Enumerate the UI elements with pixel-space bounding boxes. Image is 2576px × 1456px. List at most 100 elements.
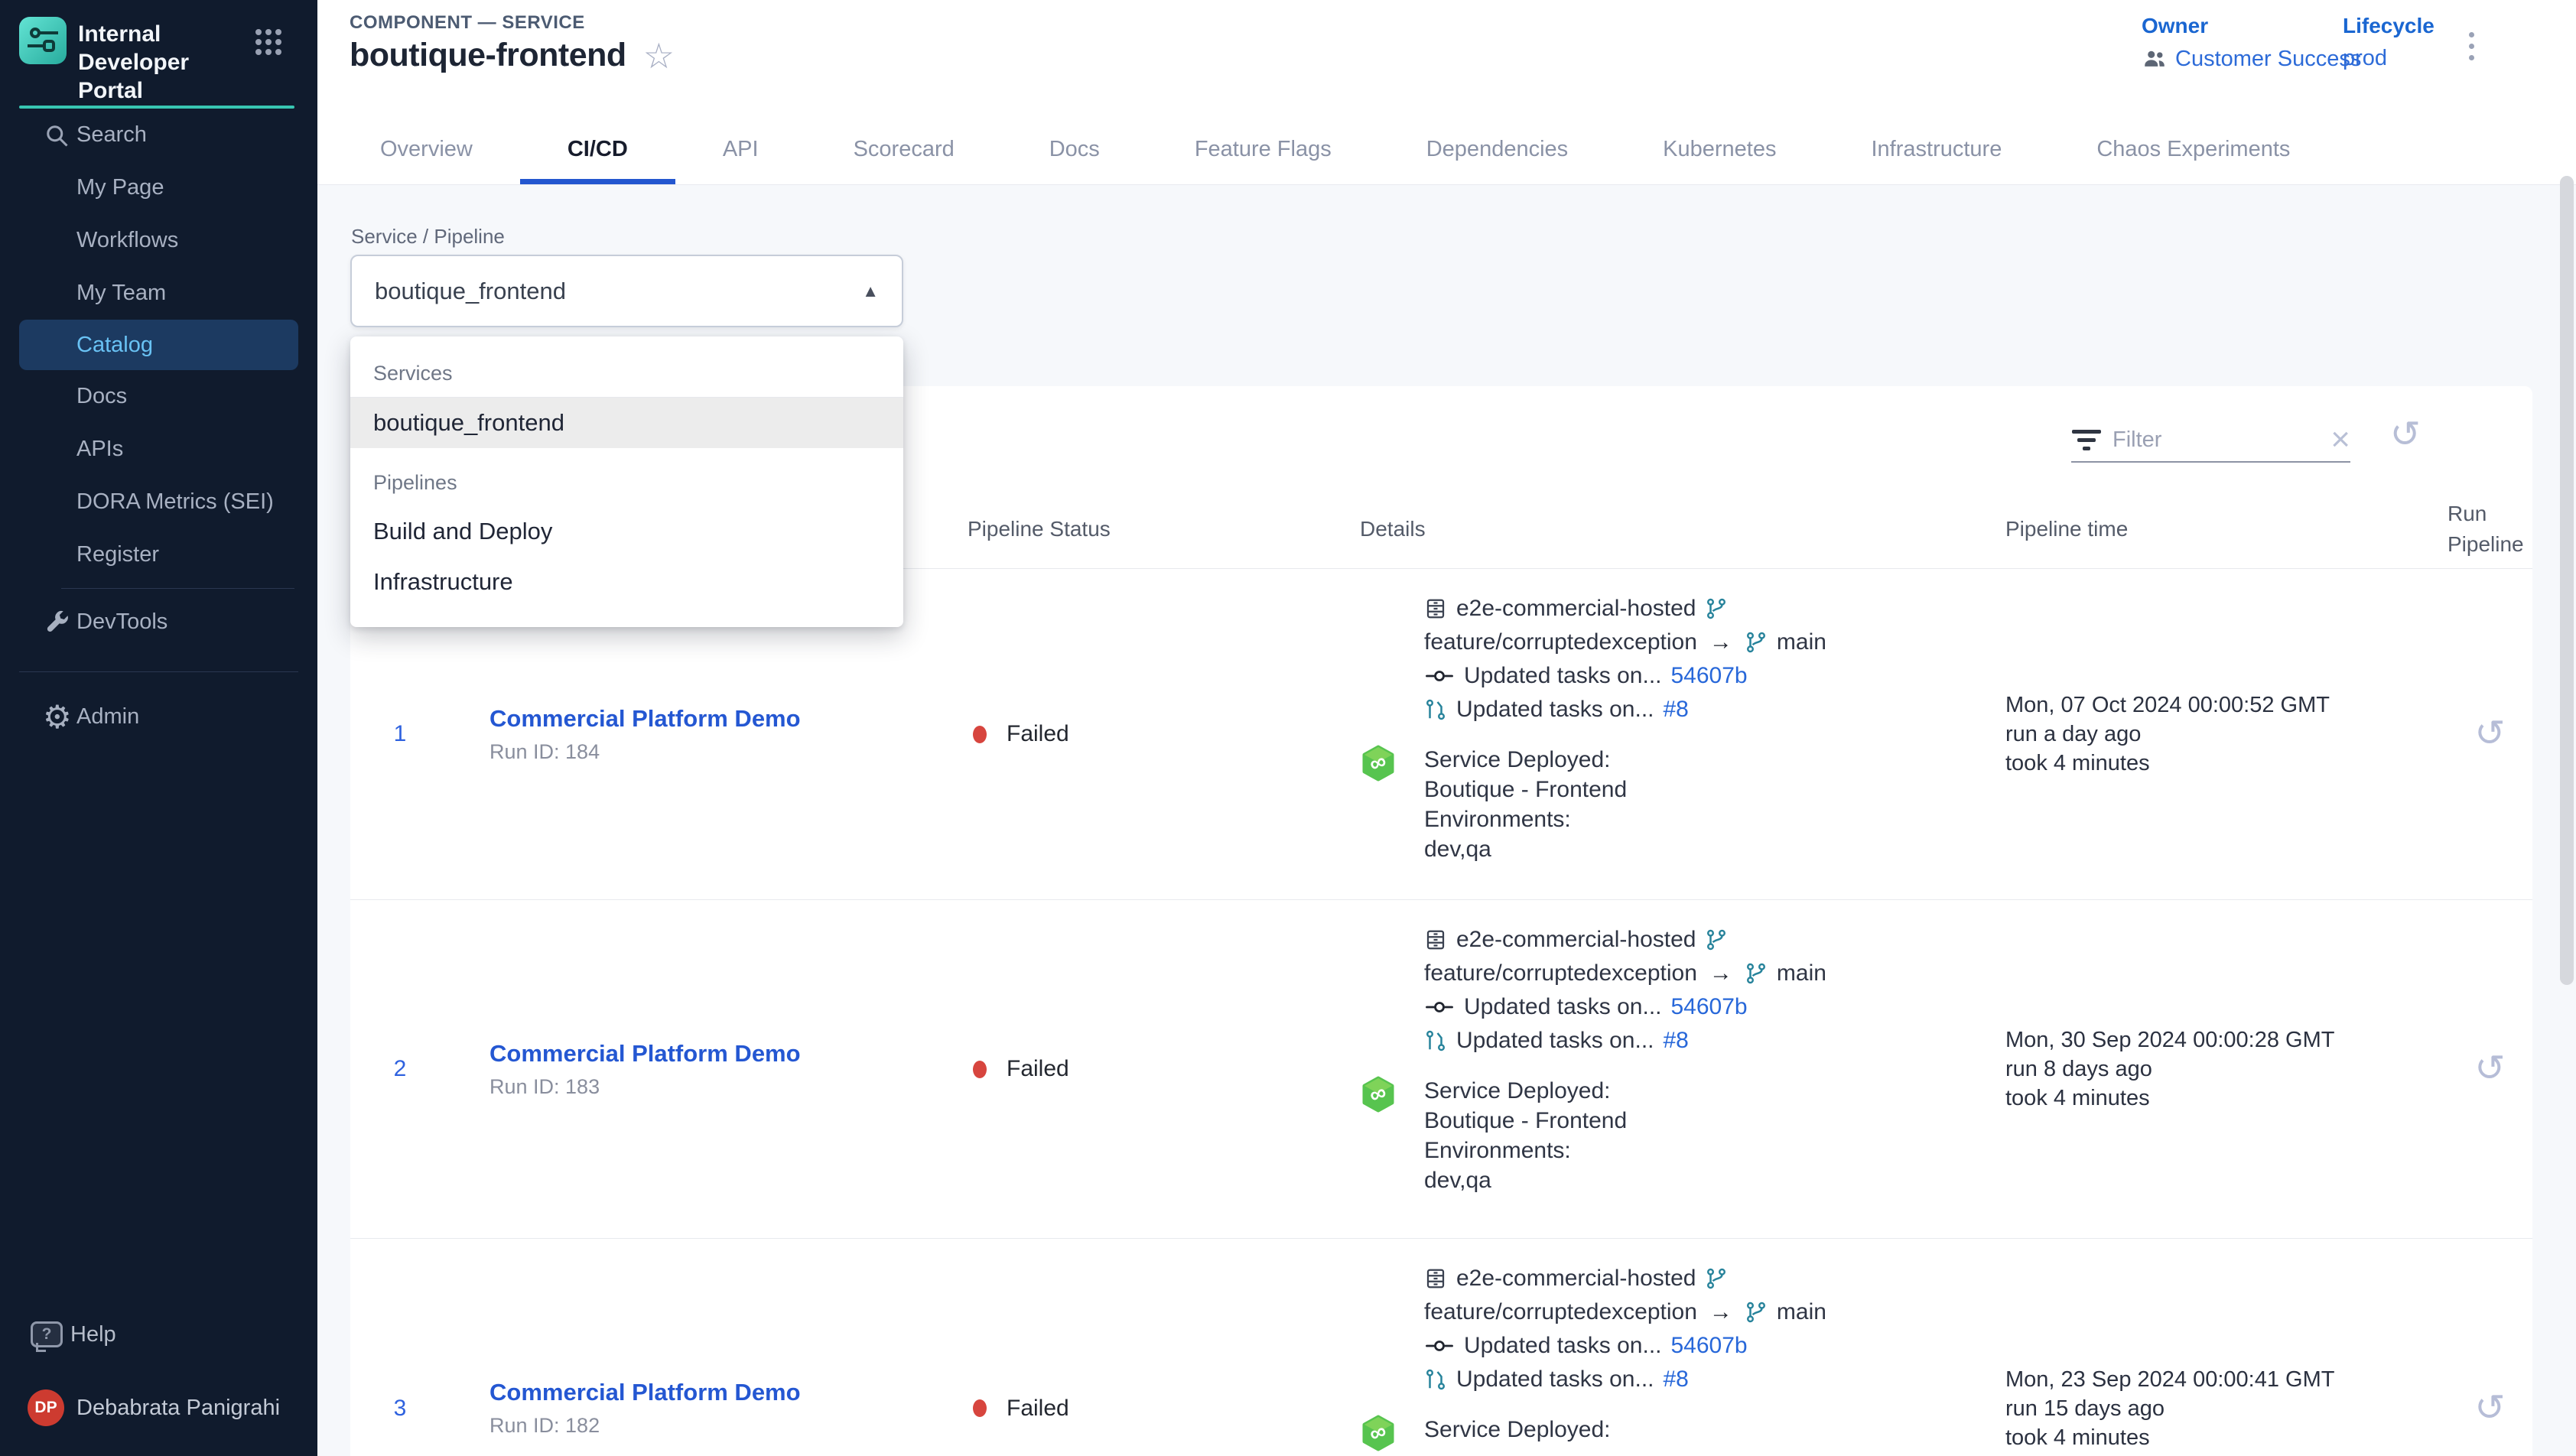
tab-cicd[interactable]: CI/CD [520,114,675,184]
pr-link[interactable]: #8 [1664,693,1689,726]
menu-group-header-services: Services [350,350,903,398]
clear-filter-icon[interactable]: × [2330,423,2350,457]
git-branch-icon [1705,597,1728,620]
commit-link[interactable]: 54607b [1671,990,1748,1024]
commit-link[interactable]: 54607b [1671,659,1748,693]
main-area: COMPONENT — SERVICE boutique-frontend ☆ … [317,0,2576,1456]
row-index: 3 [350,1396,450,1422]
apps-grid-icon[interactable] [255,29,281,55]
deploy-line: Environments: [1424,1136,1627,1165]
pr-message: Updated tasks on... [1456,693,1654,726]
cd-module-icon: ∞ [1360,1076,1397,1113]
sidebar-item-catalog[interactable]: Catalog [19,320,298,370]
arrow-right-icon: → [1709,957,1732,990]
pull-request-icon [1424,1368,1447,1391]
menu-option-infrastructure[interactable]: Infrastructure [350,557,903,607]
tab-infrastructure[interactable]: Infrastructure [1823,114,2049,184]
owner-link[interactable]: Customer Success [2142,46,2361,72]
commit-message: Updated tasks on... [1464,1329,1662,1363]
refresh-icon[interactable]: ↺ [2390,417,2421,453]
commit-message: Updated tasks on... [1464,659,1662,693]
run-pipeline-icon[interactable]: ↺ [2474,1051,2505,1087]
failed-dot-icon [973,1061,987,1078]
pipeline-name-link[interactable]: Commercial Platform Demo [490,1379,801,1406]
run-id: Run ID: 184 [490,740,968,764]
user-menu[interactable]: DP Debabrata Panigrahi [0,1383,317,1433]
pipeline-name-link[interactable]: Commercial Platform Demo [490,705,801,732]
service-pipeline-select[interactable]: boutique_frontend ▲ [350,255,903,327]
failed-dot-icon [973,726,987,743]
repo-icon [1424,1267,1447,1290]
repo-name: e2e-commercial-hosted [1456,1262,1696,1295]
service-pipeline-dropdown-menu: Services boutique_frontend Pipelines Bui… [350,336,903,627]
run-pipeline-icon[interactable]: ↺ [2474,1390,2505,1427]
search-icon [43,122,70,149]
menu-option-boutique-frontend[interactable]: boutique_frontend [350,398,903,448]
details-cell: e2e-commercial-hosted feature/corruptede… [1360,569,2005,864]
tab-feature-flags[interactable]: Feature Flags [1147,114,1379,184]
brand-title: Internal Developer Portal [78,20,242,105]
status-cell: Failed [968,1396,1360,1422]
filter-input[interactable] [2113,427,2324,453]
avatar: DP [28,1389,64,1426]
run-id: Run ID: 182 [490,1414,968,1438]
commit-message: Updated tasks on... [1464,990,1662,1024]
gear-icon: ⚙ [43,701,72,733]
commit-link[interactable]: 54607b [1671,1329,1748,1363]
repo-icon [1424,597,1447,620]
details-cell: e2e-commercial-hosted feature/corruptede… [1360,1239,2005,1451]
deploy-line: dev,qa [1424,834,1627,864]
chevron-up-icon: ▲ [862,281,879,301]
sidebar-item-docs[interactable]: Docs [0,370,317,423]
commit-icon [1424,1337,1455,1354]
tab-overview[interactable]: Overview [333,114,520,184]
git-branch-icon [1705,1267,1728,1290]
tab-api[interactable]: API [675,114,806,184]
sidebar-item-my-page[interactable]: My Page [0,161,317,214]
help-button[interactable]: ? Help [0,1309,317,1360]
tab-docs[interactable]: Docs [1002,114,1147,184]
lifecycle-value: prod [2343,46,2435,71]
pr-link[interactable]: #8 [1664,1363,1689,1396]
pull-request-icon [1424,1029,1447,1052]
sidebar-item-dora-metrics[interactable]: DORA Metrics (SEI) [0,476,317,528]
sidebar-item-register[interactable]: Register [0,528,317,581]
more-options-kebab-icon[interactable] [2456,21,2487,70]
tab-chaos-experiments[interactable]: Chaos Experiments [2049,114,2337,184]
sidebar-item-apis[interactable]: APIs [0,423,317,476]
col-run-pipeline: Run Pipeline [2448,499,2532,560]
arrow-right-icon: → [1709,1295,1732,1329]
help-icon: ? [31,1321,63,1347]
repo-icon [1424,928,1447,951]
sidebar-item-my-team[interactable]: My Team [0,267,317,320]
status-cell: Failed [968,721,1360,747]
pipeline-name-link[interactable]: Commercial Platform Demo [490,1040,801,1067]
pipeline-time-cell: Mon, 07 Oct 2024 00:00:52 GMT run a day … [2005,691,2448,778]
people-icon [2142,46,2168,72]
status-label: Failed [1007,1056,1069,1082]
sidebar-item-label: Search [76,122,147,148]
sidebar-item-admin[interactable]: ⚙ Admin [0,691,317,743]
user-name: Debabrata Panigrahi [76,1396,280,1421]
tab-dependencies[interactable]: Dependencies [1379,114,1615,184]
sidebar-item-search[interactable]: Search [0,109,317,161]
table-row: 3 Commercial Platform Demo Run ID: 182 F… [350,1239,2532,1456]
run-pipeline-icon[interactable]: ↺ [2474,716,2505,752]
tab-kubernetes[interactable]: Kubernetes [1615,114,1823,184]
branch-from: feature/corruptedexception [1424,957,1697,990]
sidebar-divider [19,671,298,672]
menu-option-build-and-deploy[interactable]: Build and Deploy [350,506,903,557]
branch-to: main [1777,1295,1826,1329]
table-body: 1 Commercial Platform Demo Run ID: 184 F… [350,569,2532,1456]
page-title: boutique-frontend [350,37,626,74]
sidebar-item-devtools[interactable]: DevTools [0,596,317,648]
tab-scorecard[interactable]: Scorecard [806,114,1002,184]
deploy-line: Environments: [1424,804,1627,834]
vertical-scrollbar[interactable] [2560,176,2574,985]
sidebar-item-workflows[interactable]: Workflows [0,214,317,267]
pr-link[interactable]: #8 [1664,1024,1689,1058]
deploy-line: dev,qa [1424,1165,1627,1195]
commit-icon [1424,668,1455,684]
favorite-star-icon[interactable]: ☆ [643,38,675,73]
git-branch-icon [1745,1301,1768,1324]
